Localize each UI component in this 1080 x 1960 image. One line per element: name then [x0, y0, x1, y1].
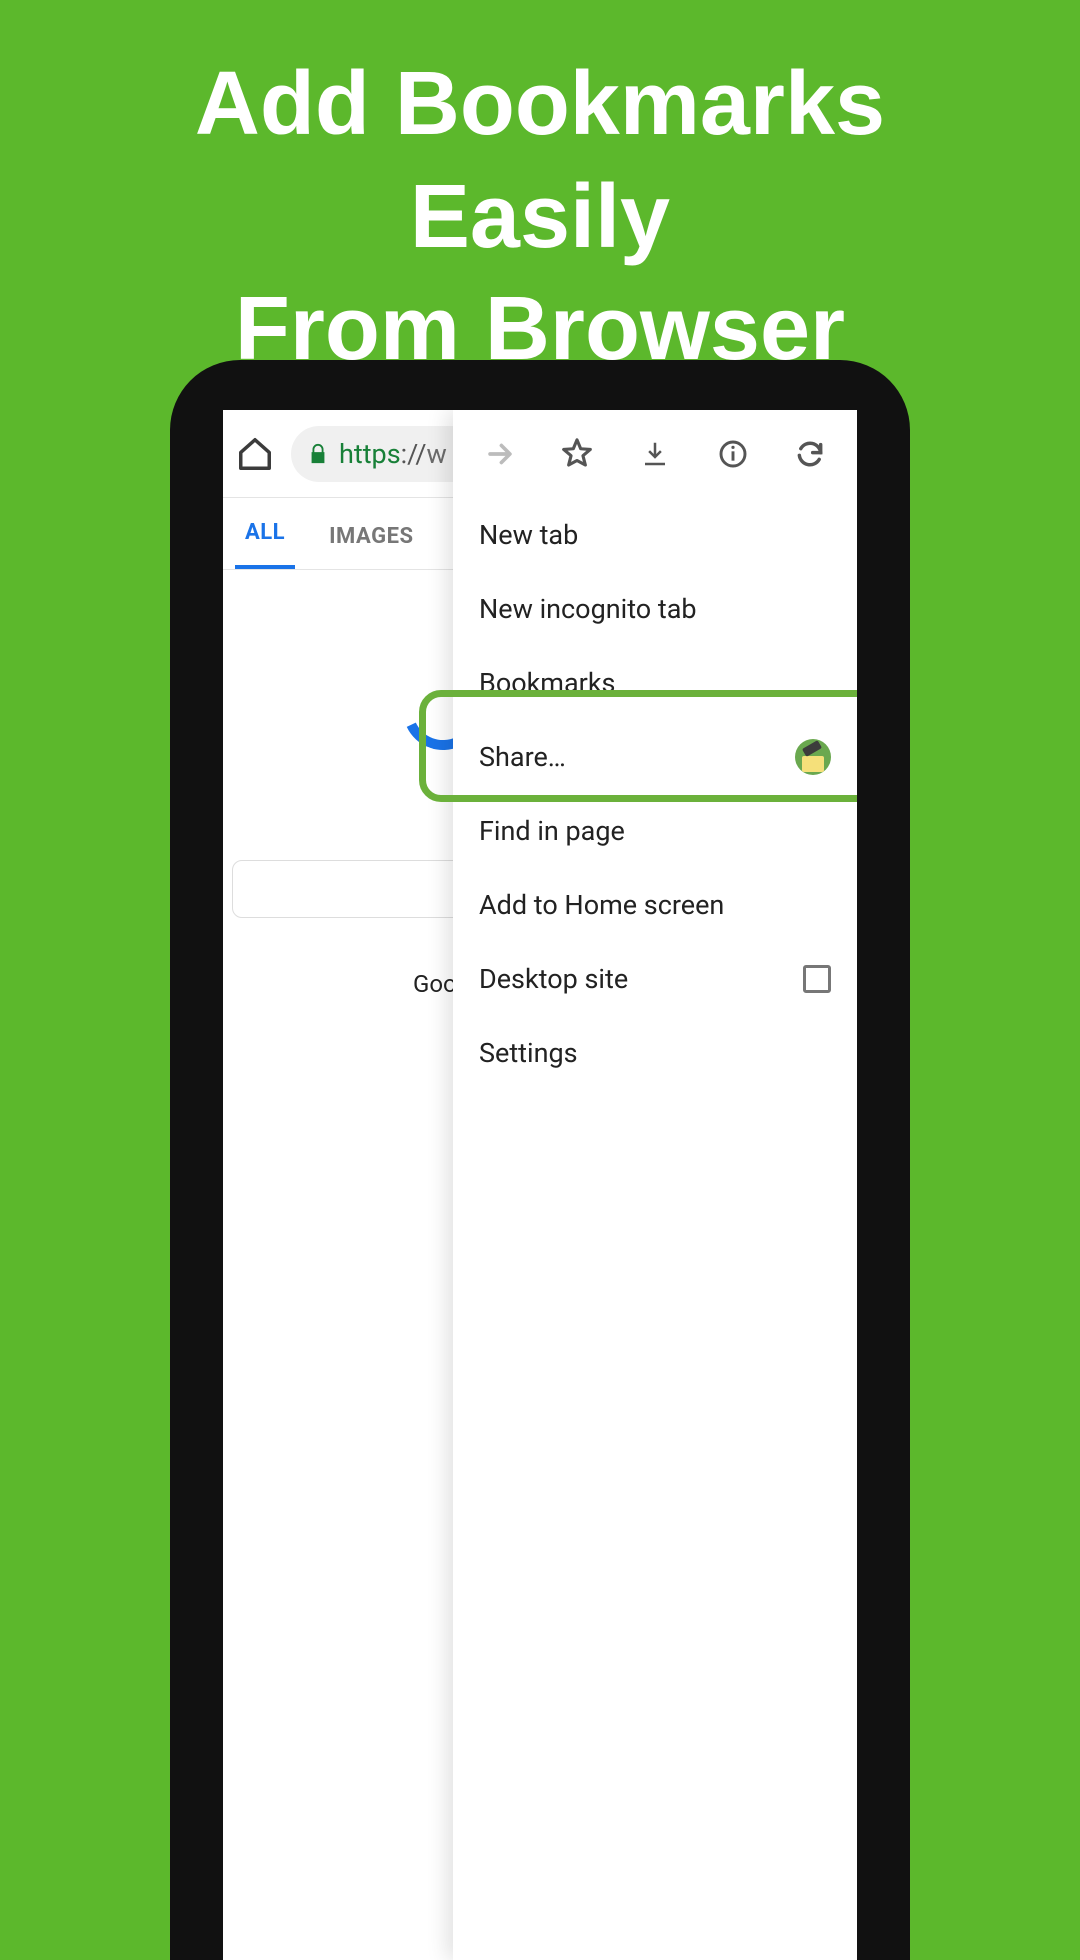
- share-app-icon: [795, 739, 831, 775]
- refresh-icon[interactable]: [790, 434, 830, 474]
- menu-icon-row: [453, 410, 857, 498]
- menu-find-in-page[interactable]: Find in page: [453, 794, 857, 868]
- tab-all[interactable]: ALL: [235, 500, 295, 569]
- menu-add-home[interactable]: Add to Home screen: [453, 868, 857, 942]
- url-protocol: https: [339, 438, 401, 470]
- url-sep: ://: [401, 438, 427, 470]
- url-host: w: [427, 438, 447, 470]
- menu-label: Settings: [479, 1037, 578, 1069]
- menu-new-tab[interactable]: New tab: [453, 498, 857, 572]
- menu-label: New incognito tab: [479, 593, 697, 625]
- headline-line-1: Add Bookmarks: [0, 48, 1080, 161]
- info-icon[interactable]: [713, 434, 753, 474]
- home-icon[interactable]: [233, 432, 277, 476]
- forward-icon[interactable]: [480, 434, 520, 474]
- overflow-menu: New tab New incognito tab Bookmarks Shar…: [453, 410, 857, 1960]
- menu-bookmarks[interactable]: Bookmarks: [453, 646, 857, 720]
- promo-headline: Add Bookmarks Easily From Browser: [0, 0, 1080, 386]
- menu-share[interactable]: Share…: [453, 720, 857, 794]
- menu-desktop-site[interactable]: Desktop site: [453, 942, 857, 1016]
- headline-line-2: Easily: [0, 161, 1080, 274]
- star-icon[interactable]: [557, 434, 597, 474]
- menu-label: New tab: [479, 519, 578, 551]
- browser-screen: https://w ALL IMAGES Goo: [223, 410, 857, 1960]
- menu-label: Bookmarks: [479, 667, 615, 699]
- device-frame: https://w ALL IMAGES Goo: [170, 360, 910, 1960]
- lock-icon: [307, 442, 329, 466]
- menu-list: New tab New incognito tab Bookmarks Shar…: [453, 498, 857, 1090]
- menu-label: Desktop site: [479, 963, 628, 995]
- footer-text: Goo: [413, 970, 457, 998]
- tab-images[interactable]: IMAGES: [319, 504, 423, 569]
- menu-label: Find in page: [479, 815, 625, 847]
- menu-label: Share…: [479, 741, 566, 773]
- menu-label: Add to Home screen: [479, 889, 724, 921]
- download-icon[interactable]: [635, 434, 675, 474]
- menu-new-incognito[interactable]: New incognito tab: [453, 572, 857, 646]
- checkbox-icon[interactable]: [803, 965, 831, 993]
- menu-settings[interactable]: Settings: [453, 1016, 857, 1090]
